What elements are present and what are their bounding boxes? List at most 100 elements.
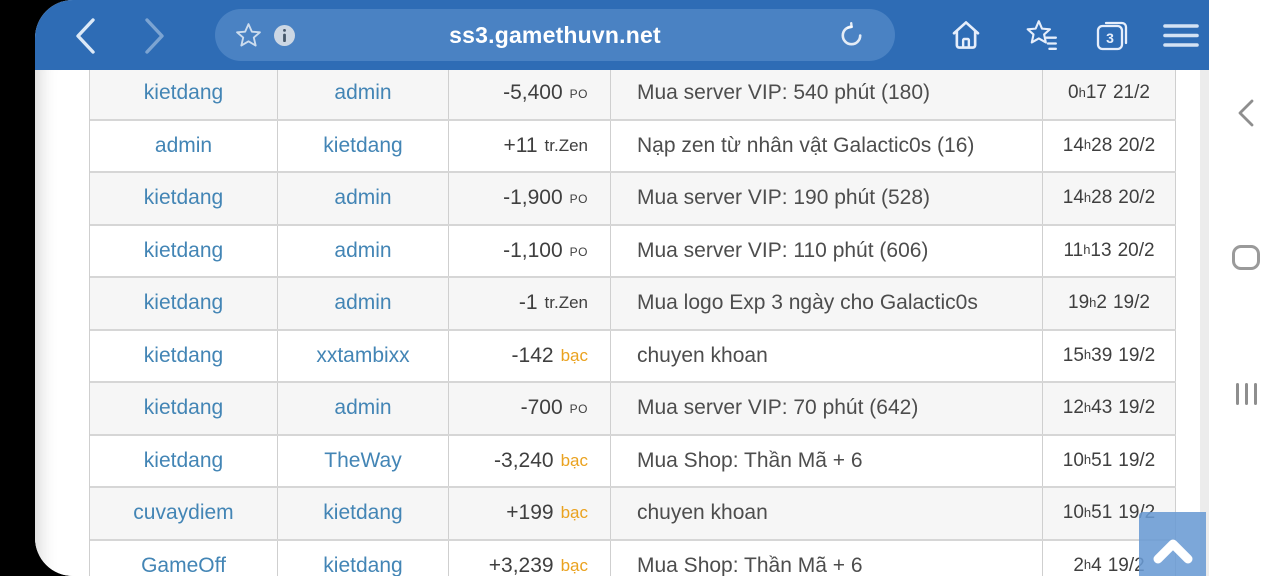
transactions-table: kietdang admin -5,400 po Mua server VIP:… — [89, 70, 1176, 576]
sender-cell: GameOff — [90, 540, 278, 576]
time-hour: 14 — [1062, 134, 1084, 156]
time-hour-unit: h — [1083, 452, 1092, 468]
time-hour-unit: h — [1083, 557, 1092, 573]
description-text: Mua server VIP: 70 phút (642) — [637, 396, 919, 420]
chevron-up-icon — [1153, 539, 1193, 564]
time-hour: 12 — [1062, 397, 1084, 419]
time-date: 21/2 — [1112, 82, 1150, 104]
time-minute: 43 — [1091, 397, 1113, 419]
time-hour: 14 — [1062, 187, 1084, 209]
description-cell: chuyen khoan — [611, 330, 1043, 381]
time-date: 19/2 — [1118, 397, 1156, 419]
amount-cell: -1 tr.Zen — [449, 278, 611, 329]
table-row: kietdang admin -1 tr.Zen Mua logo Exp 3 … — [90, 278, 1176, 331]
forward-icon[interactable] — [141, 16, 169, 61]
timestamp-cell: 14 h 28 20/2 — [1043, 173, 1176, 224]
info-icon[interactable] — [273, 24, 296, 52]
time-hour-unit: h — [1083, 189, 1092, 205]
time-minute: 51 — [1091, 449, 1113, 471]
receiver-link[interactable]: admin — [334, 186, 391, 210]
description-cell: Mua server VIP: 540 phút (180) — [611, 70, 1043, 119]
sender-link[interactable]: kietdang — [144, 449, 223, 473]
amount-cell: -5,400 po — [449, 70, 611, 119]
receiver-link[interactable]: admin — [334, 396, 391, 420]
description-cell: Nạp zen từ nhân vật Galactic0s (16) — [611, 120, 1043, 171]
description-text: Mua server VIP: 110 phút (606) — [637, 238, 929, 262]
receiver-cell: admin — [278, 70, 449, 119]
sender-cell: kietdang — [90, 435, 278, 486]
sender-link[interactable]: cuvaydiem — [133, 501, 233, 525]
time-date: 20/2 — [1118, 134, 1156, 156]
sender-link[interactable]: kietdang — [144, 186, 223, 210]
url-bar[interactable]: ss3.gamethuvn.net — [215, 9, 895, 61]
amount-value: -1 — [518, 291, 538, 315]
receiver-link[interactable]: kietdang — [323, 554, 402, 576]
time-hour-unit: h — [1089, 294, 1097, 310]
time-minute: 17 — [1085, 82, 1107, 104]
receiver-link[interactable]: admin — [334, 291, 391, 315]
home-icon[interactable] — [950, 19, 982, 56]
bookmark-star-icon[interactable] — [235, 22, 262, 54]
amount-value: -1,100 — [503, 238, 563, 262]
menu-icon[interactable] — [1163, 22, 1199, 55]
description-text: Mua Shop: Thần Mã + 6 — [637, 553, 863, 576]
refresh-icon[interactable] — [838, 22, 865, 54]
time-minute: 39 — [1091, 344, 1113, 366]
sender-cell: kietdang — [90, 70, 278, 119]
receiver-link[interactable]: admin — [334, 239, 391, 263]
timestamp-cell: 14 h 28 20/2 — [1043, 120, 1176, 171]
browser-window: ss3.gamethuvn.net 3 kietdang admin -5,40… — [35, 0, 1209, 576]
edge-panel-handle-icon[interactable] — [1236, 383, 1257, 405]
sender-link[interactable]: kietdang — [144, 291, 223, 315]
recent-apps-icon[interactable] — [1232, 245, 1260, 270]
amount-value: -5,400 — [503, 81, 563, 105]
browser-toolbar: ss3.gamethuvn.net 3 — [35, 0, 1209, 70]
description-cell: Mua server VIP: 190 phút (528) — [611, 173, 1043, 224]
bookmarks-icon[interactable] — [1025, 19, 1059, 56]
receiver-cell: xxtambixx — [278, 330, 449, 381]
time-date: 20/2 — [1117, 239, 1155, 261]
tabs-icon[interactable]: 3 — [1096, 19, 1130, 56]
time-hour: 15 — [1062, 344, 1084, 366]
receiver-link[interactable]: admin — [334, 81, 391, 105]
receiver-cell: admin — [278, 173, 449, 224]
url-text[interactable]: ss3.gamethuvn.net — [215, 22, 895, 49]
receiver-link[interactable]: kietdang — [323, 134, 402, 158]
sender-link[interactable]: admin — [155, 134, 212, 158]
receiver-link[interactable]: TheWay — [324, 449, 401, 473]
description-cell: Mua Shop: Thần Mã + 6 — [611, 435, 1043, 486]
sender-link[interactable]: kietdang — [144, 344, 223, 368]
page-content: kietdang admin -5,400 po Mua server VIP:… — [35, 70, 1209, 576]
amount-cell: +199 bạc — [449, 488, 611, 539]
sender-link[interactable]: kietdang — [144, 396, 223, 420]
sender-link[interactable]: GameOff — [141, 554, 226, 576]
side-panel — [1209, 0, 1280, 576]
sender-cell: cuvaydiem — [90, 488, 278, 539]
time-minute: 13 — [1090, 239, 1112, 261]
receiver-cell: kietdang — [278, 120, 449, 171]
table-row: kietdang xxtambixx -142 bạc chuyen khoan… — [90, 330, 1176, 383]
sender-link[interactable]: kietdang — [144, 239, 223, 263]
vertical-scrollbar[interactable] — [1200, 70, 1209, 576]
amount-value: -700 — [520, 396, 563, 420]
table-row: kietdang admin -1,900 po Mua server VIP:… — [90, 173, 1176, 226]
receiver-link[interactable]: xxtambixx — [316, 344, 409, 368]
description-text: Mua logo Exp 3 ngày cho Galactic0s — [637, 291, 978, 315]
amount-value: +3,239 — [488, 553, 554, 576]
amount-value: -1,900 — [503, 186, 563, 210]
edge-back-chevron-icon[interactable] — [1235, 98, 1257, 133]
timestamp-cell: 15 h 39 19/2 — [1043, 330, 1176, 381]
back-icon[interactable] — [71, 16, 99, 61]
sender-link[interactable]: kietdang — [144, 81, 223, 105]
time-hour-unit: h — [1083, 399, 1092, 415]
description-text: Mua server VIP: 540 phút (180) — [637, 81, 930, 105]
amount-cell: -3,240 bạc — [449, 435, 611, 486]
currency-unit: bạc — [560, 345, 588, 365]
receiver-link[interactable]: kietdang — [323, 501, 402, 525]
description-cell: Mua Shop: Thần Mã + 6 — [611, 540, 1043, 576]
receiver-cell: kietdang — [278, 540, 449, 576]
scroll-to-top-button[interactable] — [1139, 512, 1206, 576]
sender-cell: admin — [90, 120, 278, 171]
amount-cell: +11 tr.Zen — [449, 120, 611, 171]
amount-cell: -1,900 po — [449, 173, 611, 224]
